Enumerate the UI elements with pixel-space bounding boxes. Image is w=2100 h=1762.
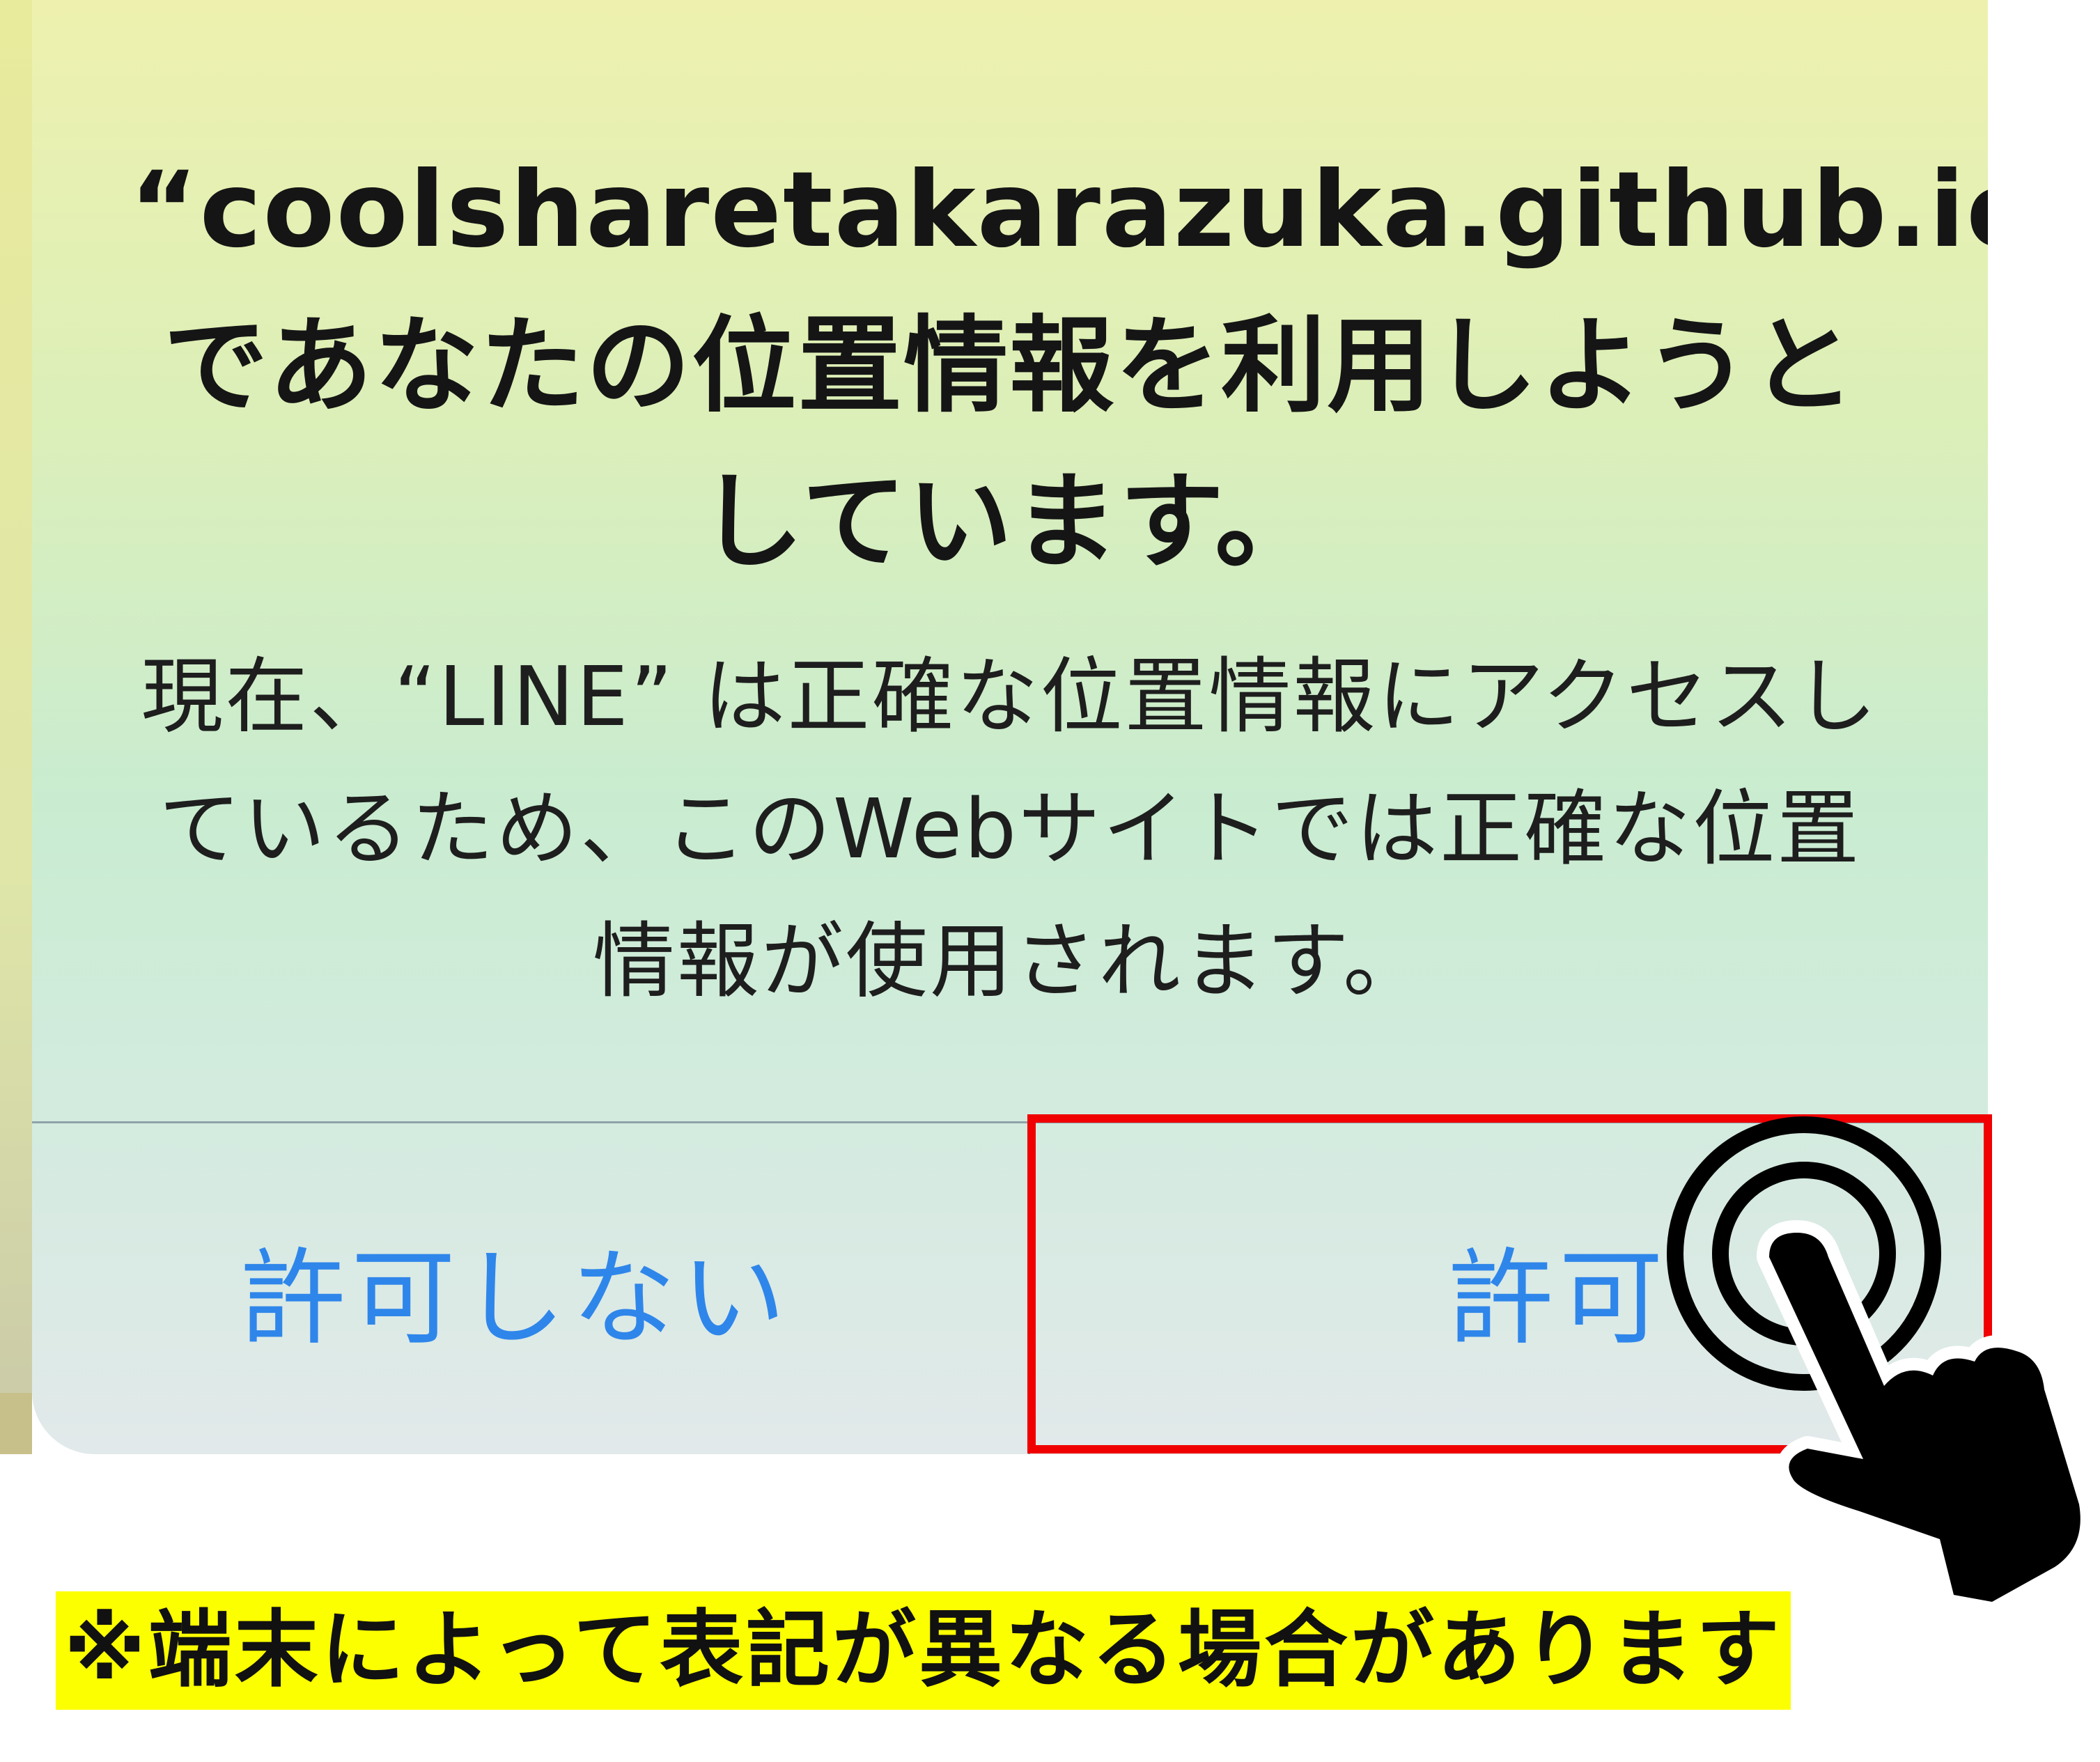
- alert-body: “coolsharetakarazuka.github.io” であなたの位置情…: [32, 0, 1988, 1121]
- device-notation-note: ※端末によって表記が異なる場合があります: [56, 1591, 1791, 1710]
- alert-message: 現在、“LINE” は正確な位置情報にアクセスしているため、このWebサイトでは…: [141, 648, 1879, 1009]
- deny-button[interactable]: 許可しない: [32, 1123, 1028, 1454]
- background-edge: [0, 0, 32, 1454]
- alert-title: “coolsharetakarazuka.github.io” であなたの位置情…: [130, 150, 1988, 583]
- deny-button-label: 許可しない: [241, 1238, 792, 1359]
- pointing-hand-tap-icon: [1667, 1116, 2093, 1602]
- screenshot-stage: “coolsharetakarazuka.github.io” であなたの位置情…: [0, 0, 2100, 1762]
